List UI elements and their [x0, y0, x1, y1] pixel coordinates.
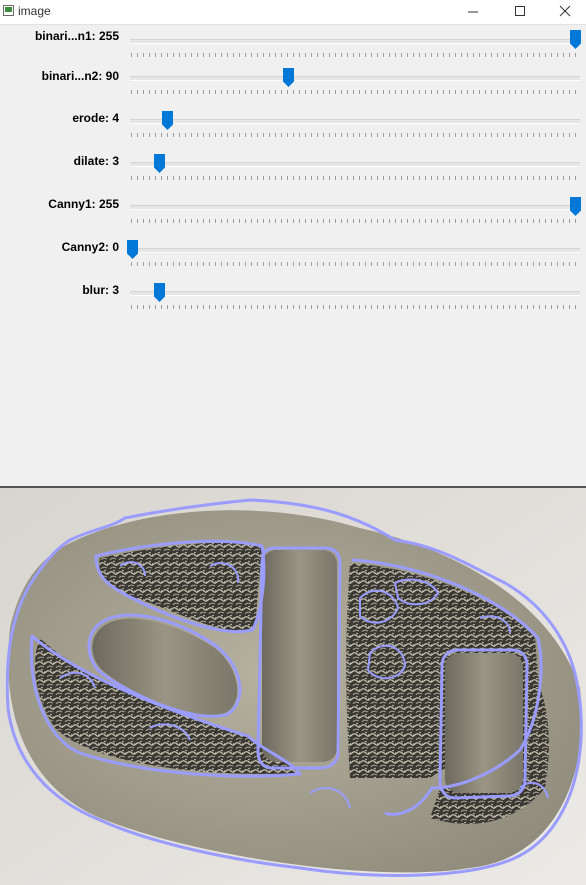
title-bar: image — [0, 0, 586, 25]
trackbar-row: binari...n2: 90 — [0, 65, 586, 105]
trackbar-row: Canny2: 0 — [0, 234, 586, 277]
trackbar-ticks — [131, 90, 581, 94]
trackbar-label: erode: 4 — [72, 111, 119, 125]
trackbar-label: binari...n1: 255 — [34, 29, 119, 43]
trackbar-ticks — [131, 176, 581, 180]
trackbar-row: blur: 3 — [0, 277, 586, 320]
trackbar-track[interactable] — [130, 205, 580, 210]
trackbar-thumb[interactable] — [570, 197, 581, 216]
trackbar-row: binari...n1: 255 — [0, 25, 586, 65]
trackbar-track[interactable] — [130, 39, 580, 44]
trackbar-thumb[interactable] — [283, 68, 294, 87]
trackbar-thumb[interactable] — [154, 283, 165, 302]
window-title: image — [18, 4, 51, 18]
trackbar-thumb[interactable] — [127, 240, 138, 259]
trackbar-label: dilate: 3 — [73, 154, 119, 168]
right-slot — [445, 653, 523, 793]
trackbar-ticks — [131, 262, 581, 266]
trackbar-track[interactable] — [130, 248, 580, 253]
trackbar-row: Canny1: 255 — [0, 191, 586, 234]
app-icon — [3, 5, 14, 16]
close-icon[interactable] — [542, 0, 586, 24]
trackbar-thumb[interactable] — [570, 30, 581, 49]
image-display — [0, 488, 586, 885]
trackbar-label: Canny1: 255 — [48, 197, 119, 211]
trackbar-panel: binari...n1: 255 binari...n2: 90 erode: … — [0, 25, 586, 486]
trackbar-ticks — [131, 53, 581, 57]
trackbar-track[interactable] — [130, 291, 580, 296]
trackbar-track[interactable] — [130, 76, 580, 81]
trackbar-row: dilate: 3 — [0, 148, 586, 191]
trackbar-label: Canny2: 0 — [61, 240, 119, 254]
maximize-icon[interactable] — [497, 0, 543, 24]
trackbar-ticks — [131, 219, 581, 223]
trackbar-thumb[interactable] — [162, 111, 173, 130]
trackbar-track[interactable] — [130, 162, 580, 167]
trackbar-ticks — [131, 305, 581, 309]
trackbar-label: binari...n2: 90 — [41, 69, 119, 83]
minimize-icon[interactable] — [450, 0, 496, 24]
center-slot — [262, 550, 337, 762]
trackbar-label: blur: 3 — [82, 283, 119, 297]
trackbar-thumb[interactable] — [154, 154, 165, 173]
trackbar-ticks — [131, 133, 581, 137]
trackbar-track[interactable] — [130, 119, 580, 124]
trackbar-row: erode: 4 — [0, 105, 586, 148]
contour-image — [0, 488, 586, 885]
